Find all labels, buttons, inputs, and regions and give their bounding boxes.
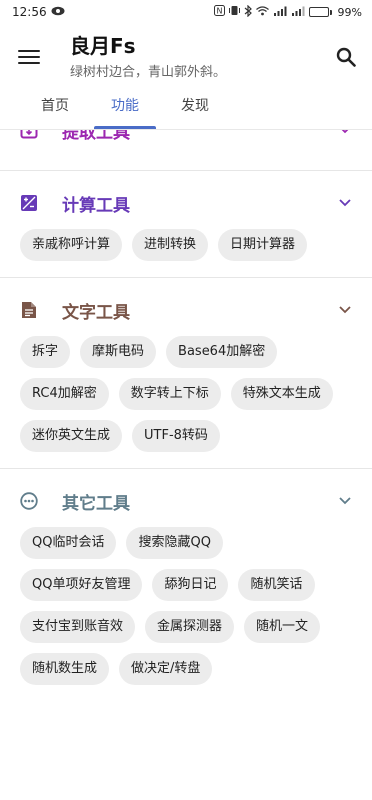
svg-text:N: N <box>216 7 222 16</box>
section-header-extract[interactable]: 提取工具 <box>20 130 354 152</box>
section-calc-tools: 计算工具 亲戚称呼计算 进制转换 日期计算器 <box>0 181 372 278</box>
nfc-icon: N <box>213 5 225 19</box>
bluetooth-icon <box>244 4 252 20</box>
battery-icon <box>308 7 332 17</box>
chevron-down-icon[interactable] <box>336 194 354 212</box>
more-icon <box>20 492 38 510</box>
document-icon <box>20 301 38 319</box>
menu-icon[interactable] <box>14 42 44 72</box>
chip-split-char[interactable]: 拆字 <box>20 336 71 368</box>
chip-random-joke[interactable]: 随机笑话 <box>238 569 315 601</box>
chip-mini-english[interactable]: 迷你英文生成 <box>20 420 123 452</box>
chip-qq-oneway-friends[interactable]: QQ单项好友管理 <box>20 569 143 601</box>
section-text-tools: 文字工具 拆字 摩斯电码 Base64加解密 RC4加解密 数字转上下标 特殊文… <box>0 288 372 469</box>
section-header-calc[interactable]: 计算工具 <box>20 181 354 225</box>
section-title-calc: 计算工具 <box>62 195 130 216</box>
chip-special-text[interactable]: 特殊文本生成 <box>230 378 333 410</box>
status-bar: 12:56 N 99% <box>0 0 372 24</box>
chip-search-hidden-qq[interactable]: 搜索隐藏QQ <box>126 527 223 559</box>
app-title: 良月Fs <box>70 34 136 58</box>
chip-alipay-sound[interactable]: 支付宝到账音效 <box>20 611 136 643</box>
chip-utf8[interactable]: UTF-8转码 <box>132 420 220 452</box>
calculator-icon <box>20 194 38 212</box>
battery-percent: 99% <box>337 5 362 19</box>
chip-list-calc: 亲戚称呼计算 进制转换 日期计算器 <box>20 225 354 261</box>
chip-metal-detector[interactable]: 金属探测器 <box>145 611 235 643</box>
title-block: 良月Fs 绿树村边合，青山郭外斜。 <box>70 34 330 80</box>
tab-bar: 首页 功能 发现 <box>0 90 372 130</box>
section-title-other: 其它工具 <box>62 493 130 514</box>
chip-qq-temp-chat[interactable]: QQ临时会话 <box>20 527 117 559</box>
chip-list-text: 拆字 摩斯电码 Base64加解密 RC4加解密 数字转上下标 特殊文本生成 迷… <box>20 332 354 452</box>
tab-discover[interactable]: 发现 <box>160 89 230 129</box>
section-extract-tools: 提取工具 <box>0 130 372 171</box>
section-title-text: 文字工具 <box>62 302 130 323</box>
signal-icon <box>273 6 287 19</box>
app-bar: 良月Fs 绿树村边合，青山郭外斜。 <box>0 24 372 90</box>
tab-home[interactable]: 首页 <box>20 89 90 129</box>
section-title-extract: 提取工具 <box>62 130 130 143</box>
chip-sup-sub[interactable]: 数字转上下标 <box>118 378 221 410</box>
tab-functions[interactable]: 功能 <box>90 89 160 129</box>
chip-base64[interactable]: Base64加解密 <box>166 336 278 368</box>
chip-decision-wheel[interactable]: 做决定/转盘 <box>119 653 213 685</box>
signal-icon-2 <box>291 6 305 19</box>
vibrate-icon <box>228 5 240 19</box>
chevron-down-icon[interactable] <box>336 130 354 139</box>
chip-morse[interactable]: 摩斯电码 <box>80 336 157 368</box>
chevron-down-icon[interactable] <box>336 301 354 319</box>
chip-rc4[interactable]: RC4加解密 <box>20 378 109 410</box>
app-subtitle: 绿树村边合，青山郭外斜。 <box>70 65 227 80</box>
chevron-down-icon[interactable] <box>336 492 354 510</box>
chip-simp-diary[interactable]: 舔狗日记 <box>152 569 229 601</box>
chip-random-number[interactable]: 随机数生成 <box>20 653 110 685</box>
chip-relative-title-calc[interactable]: 亲戚称呼计算 <box>20 229 123 261</box>
chip-date-calc[interactable]: 日期计算器 <box>218 229 308 261</box>
section-other-tools: 其它工具 QQ临时会话 搜索隐藏QQ QQ单项好友管理 舔狗日记 随机笑话 支付… <box>0 479 372 701</box>
wifi-icon <box>255 5 269 19</box>
chip-random-article[interactable]: 随机一文 <box>244 611 321 643</box>
chip-list-other: QQ临时会话 搜索隐藏QQ QQ单项好友管理 舔狗日记 随机笑话 支付宝到账音效… <box>20 523 354 685</box>
archive-icon <box>20 130 38 139</box>
content: 提取工具 计算工具 亲戚称呼计算 进制转换 日期计算器 文字工具 拆字 摩斯电码… <box>0 130 372 800</box>
search-icon[interactable] <box>330 41 362 73</box>
section-header-other[interactable]: 其它工具 <box>20 479 354 523</box>
status-time: 12:56 <box>12 5 47 19</box>
chip-base-convert[interactable]: 进制转换 <box>132 229 209 261</box>
section-header-text[interactable]: 文字工具 <box>20 288 354 332</box>
eye-icon <box>51 5 65 19</box>
